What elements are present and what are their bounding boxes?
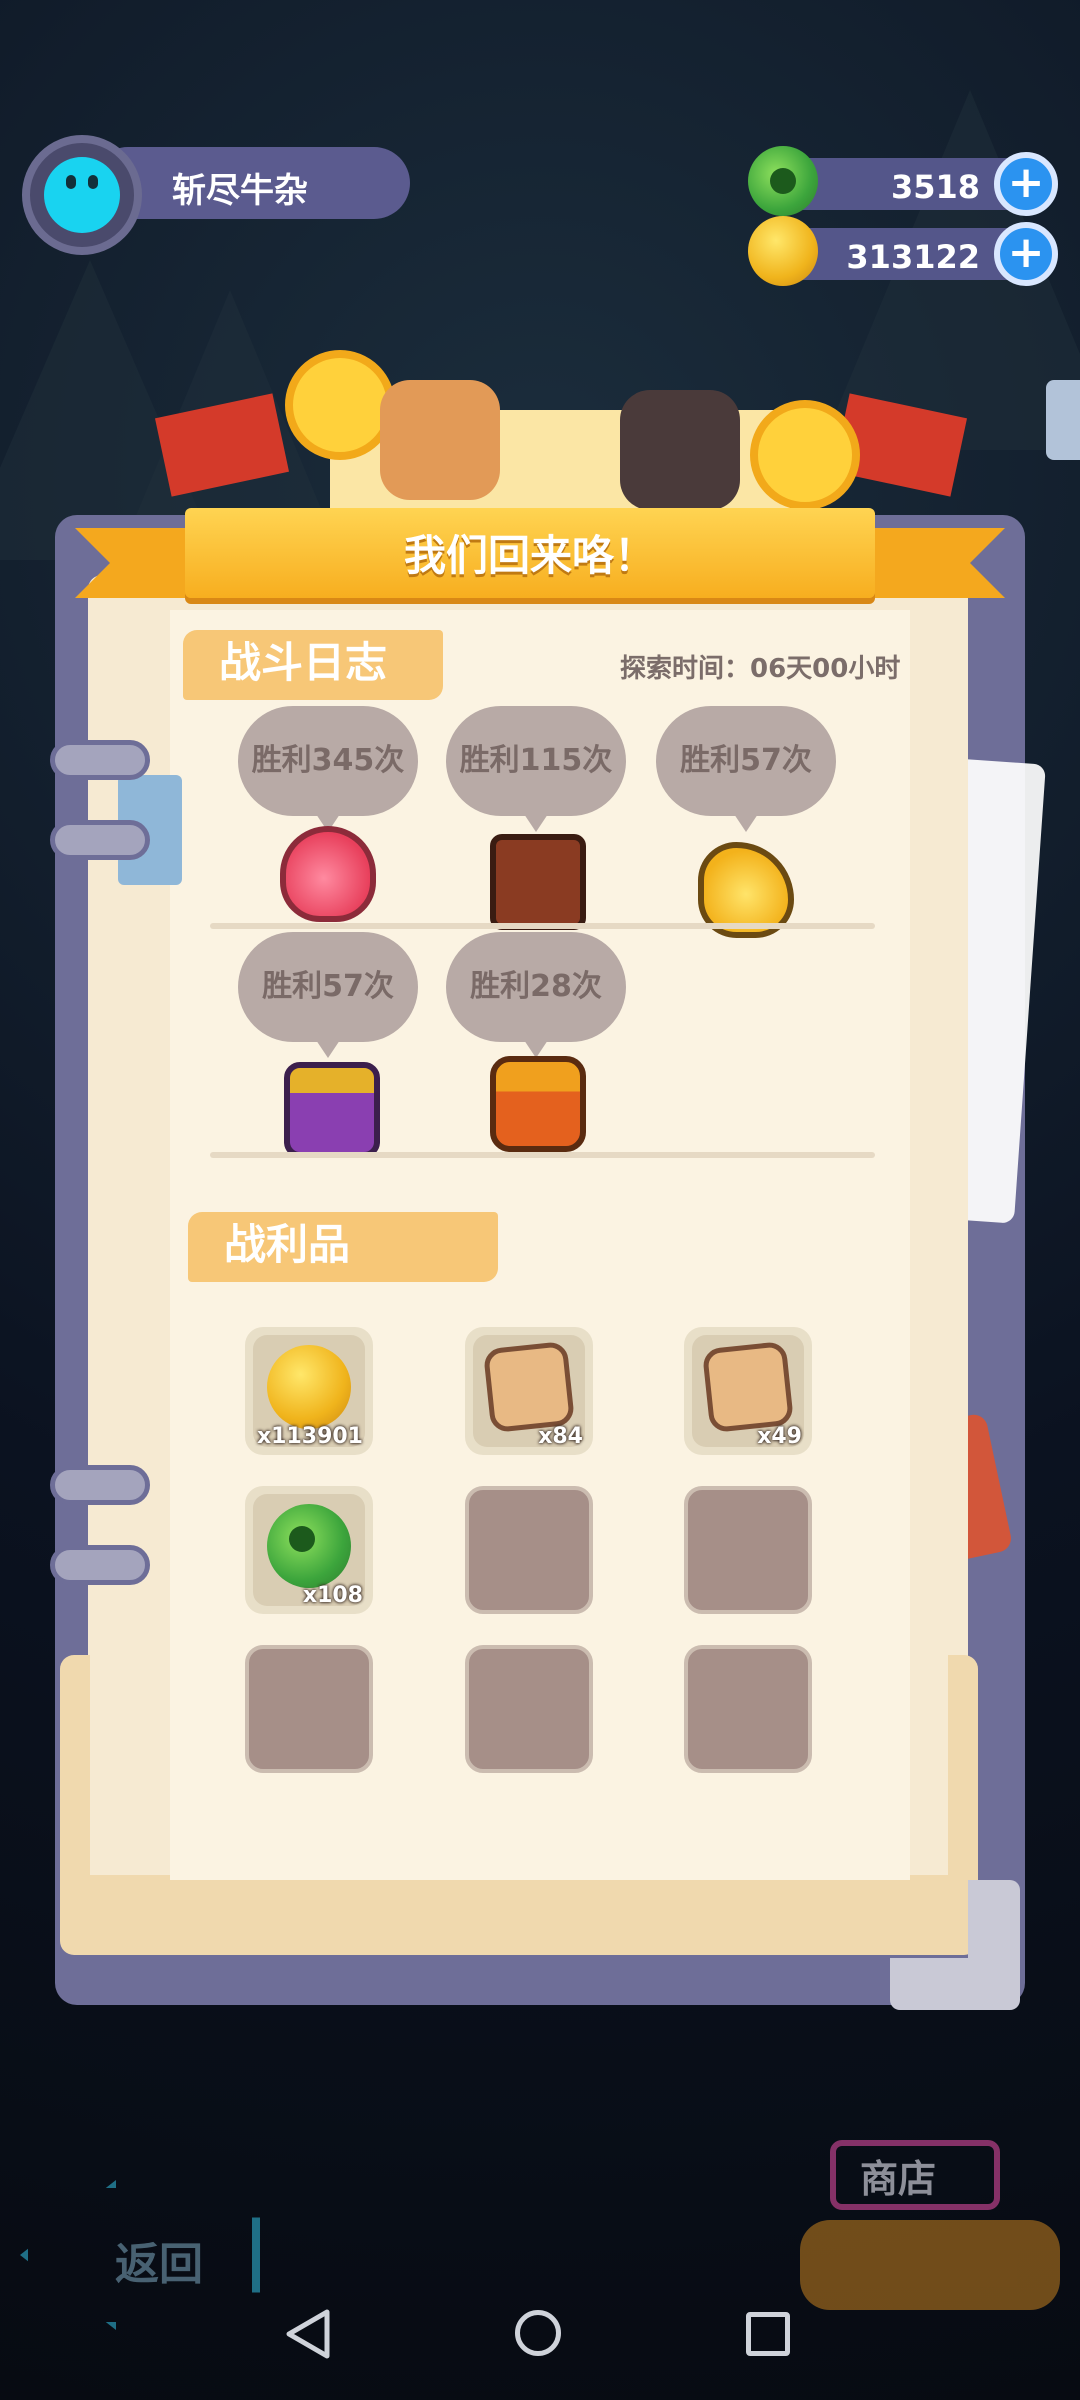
loot-slot[interactable]: x108 [245, 1486, 373, 1614]
empty-loot-slot [684, 1486, 812, 1614]
treasure-map-icon [482, 1340, 576, 1434]
side-tab[interactable] [1046, 380, 1080, 460]
battle-log-header: 战斗日志 [183, 630, 443, 700]
trumpet-icon [750, 400, 860, 510]
loot-header: 战利品 [188, 1212, 498, 1282]
celebration-roof [150, 350, 970, 520]
loot-slot[interactable]: x84 [465, 1327, 593, 1455]
victory-count-bubble: 胜利115次 [446, 706, 626, 832]
player-profile[interactable]: 斩尽牛杂 [22, 135, 410, 255]
gem-value: 3518 [890, 168, 980, 206]
empty-loot-slot [245, 1645, 373, 1773]
shop-label: 商店 [860, 2157, 937, 2201]
victory-count-bubble: 胜利57次 [656, 706, 836, 832]
player-name: 斩尽牛杂 [172, 171, 308, 211]
shelf-line [210, 1152, 875, 1158]
binder-ring-icon [50, 740, 150, 780]
empty-loot-slot [465, 1645, 593, 1773]
trumpet-icon [285, 350, 395, 460]
nav-back-icon[interactable] [283, 2308, 333, 2360]
empty-loot-slot [684, 1645, 812, 1773]
gold-coin-icon [748, 216, 818, 286]
victory-count-bubble: 胜利57次 [238, 932, 418, 1058]
shelf-line [210, 923, 875, 929]
gold-coin-icon [267, 1345, 351, 1429]
mimic-chest-icon [490, 834, 586, 930]
add-gems-button[interactable]: + [994, 152, 1058, 216]
cat-avatar-icon[interactable] [22, 135, 142, 255]
banner-title: 我们回来咯！ [403, 531, 656, 580]
loot-quantity: x108 [302, 1583, 363, 1608]
purple-chest-icon [284, 1062, 380, 1158]
binder-ring-icon [50, 820, 150, 860]
orange-cat-icon [380, 380, 500, 500]
black-cat-icon [620, 390, 740, 510]
gem-counter: 3518 + [748, 146, 1058, 216]
loot-slot[interactable]: x49 [684, 1327, 812, 1455]
red-flag-icon [154, 393, 290, 497]
victory-count-bubble: 胜利345次 [238, 706, 418, 832]
green-gem-icon [267, 1504, 351, 1588]
binder-ring-icon [50, 1545, 150, 1585]
loot-slot[interactable]: x113901 [245, 1327, 373, 1455]
title-banner: 我们回来咯！ [75, 500, 1005, 610]
nav-recents-icon[interactable] [746, 2312, 790, 2356]
nav-home-icon[interactable] [515, 2310, 561, 2356]
green-gem-icon [748, 146, 818, 216]
orange-chest-icon [490, 1056, 586, 1152]
explore-time: 探索时间：06天00小时 [620, 654, 901, 684]
treasure-map-icon [701, 1340, 795, 1434]
empty-loot-slot [465, 1486, 593, 1614]
loot-quantity: x84 [538, 1424, 583, 1449]
coin-counter: 313122 + [748, 216, 1058, 286]
pink-slime-icon [280, 826, 376, 922]
loot-quantity: x49 [757, 1424, 802, 1449]
coin-value: 313122 [846, 238, 980, 276]
binder-ring-icon [50, 1465, 150, 1505]
victory-count-bubble: 胜利28次 [446, 932, 626, 1058]
add-coins-button[interactable]: + [994, 222, 1058, 286]
system-navigation-bar [0, 2280, 1080, 2400]
loot-quantity: x113901 [256, 1424, 363, 1449]
